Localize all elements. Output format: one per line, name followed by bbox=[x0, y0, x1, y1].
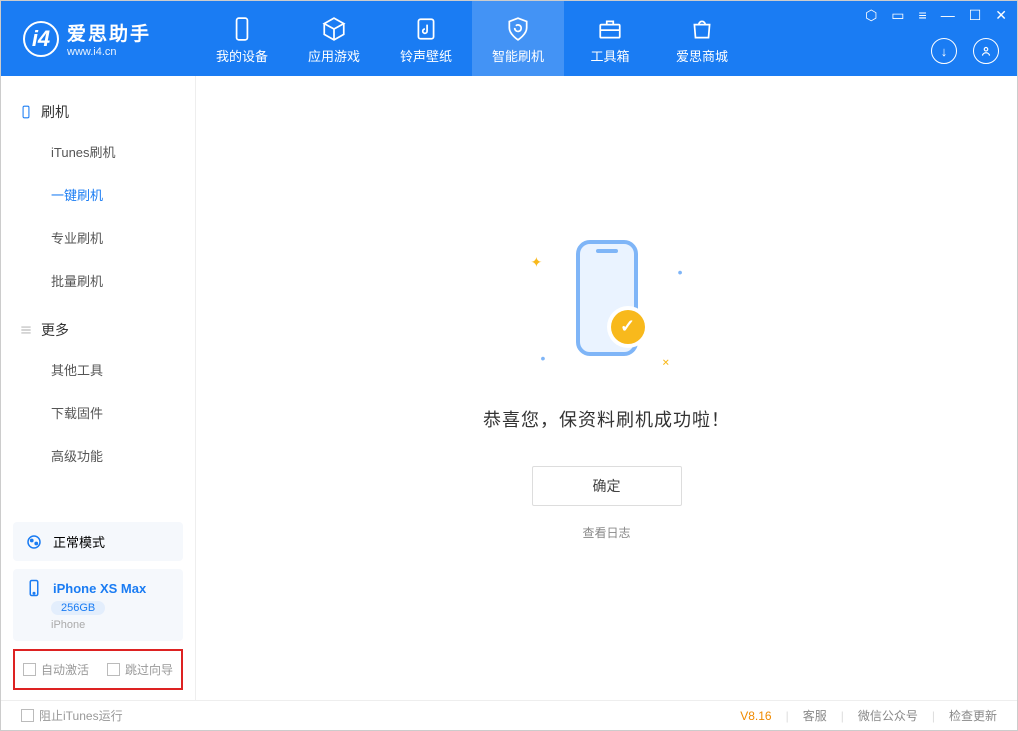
close-icon[interactable]: ✕ bbox=[995, 7, 1007, 24]
mode-icon bbox=[25, 533, 43, 551]
sidebar-item-other-tools[interactable]: 其他工具 bbox=[1, 348, 195, 391]
shield-refresh-icon bbox=[505, 16, 531, 42]
app-domain: www.i4.cn bbox=[67, 46, 151, 58]
nav-label: 爱思商城 bbox=[676, 46, 728, 65]
phone-icon bbox=[25, 579, 43, 597]
success-message: 恭喜您，保资料刷机成功啦！ bbox=[483, 406, 730, 432]
block-itunes-checkbox[interactable]: 阻止iTunes运行 bbox=[21, 707, 123, 724]
checkbox-label: 阻止iTunes运行 bbox=[39, 709, 123, 723]
checkbox-label: 跳过向导 bbox=[125, 663, 173, 677]
phone-outline-icon bbox=[19, 105, 33, 119]
device-capacity: 256GB bbox=[51, 601, 105, 615]
cube-icon bbox=[321, 16, 347, 42]
device-icon bbox=[229, 16, 255, 42]
minimize-icon[interactable]: — bbox=[941, 7, 955, 24]
highlight-options: 自动激活 跳过向导 bbox=[13, 649, 183, 690]
success-illustration: ✓ ✦••+ bbox=[517, 236, 697, 376]
footer-link-update[interactable]: 检查更新 bbox=[949, 707, 997, 724]
download-icon[interactable]: ↓ bbox=[931, 38, 957, 64]
sidebar-item-batch-flash[interactable]: 批量刷机 bbox=[1, 259, 195, 302]
version-label: V8.16 bbox=[740, 709, 771, 723]
nav-label: 智能刷机 bbox=[492, 46, 544, 65]
header-right-icons: ↓ bbox=[931, 38, 999, 64]
footer-link-wechat[interactable]: 微信公众号 bbox=[858, 707, 918, 724]
view-log-link[interactable]: 查看日志 bbox=[582, 524, 630, 541]
sidebar-item-advanced[interactable]: 高级功能 bbox=[1, 434, 195, 477]
menu-icon[interactable]: ≡ bbox=[919, 7, 927, 24]
titlebar: i4 爱思助手 www.i4.cn 我的设备 应用游戏 铃声壁纸 智能刷机 工具… bbox=[1, 1, 1017, 76]
shirt-icon[interactable]: ⬡ bbox=[865, 7, 877, 24]
music-file-icon bbox=[413, 16, 439, 42]
sidebar-item-itunes-flash[interactable]: iTunes刷机 bbox=[1, 130, 195, 173]
mode-card[interactable]: 正常模式 bbox=[13, 522, 183, 561]
nav-label: 铃声壁纸 bbox=[400, 46, 452, 65]
app-name: 爱思助手 bbox=[67, 19, 151, 46]
briefcase-icon bbox=[597, 16, 623, 42]
sidebar-item-oneclick-flash[interactable]: 一键刷机 bbox=[1, 173, 195, 216]
note-icon[interactable]: ▭ bbox=[891, 7, 904, 24]
sidebar-group-more: 更多 bbox=[1, 312, 195, 348]
status-bar: 阻止iTunes运行 V8.16 | 客服 | 微信公众号 | 检查更新 bbox=[1, 700, 1017, 730]
main-content: ✓ ✦••+ 恭喜您，保资料刷机成功啦！ 确定 查看日志 bbox=[196, 76, 1017, 700]
group-title: 刷机 bbox=[41, 102, 69, 122]
logo-icon: i4 bbox=[23, 21, 59, 57]
nav-label: 应用游戏 bbox=[308, 46, 360, 65]
app-logo: i4 爱思助手 www.i4.cn bbox=[1, 19, 196, 58]
nav-ringtones-wallpapers[interactable]: 铃声壁纸 bbox=[380, 1, 472, 76]
sidebar-item-pro-flash[interactable]: 专业刷机 bbox=[1, 216, 195, 259]
group-title: 更多 bbox=[41, 320, 69, 340]
nav-my-device[interactable]: 我的设备 bbox=[196, 1, 288, 76]
nav-label: 我的设备 bbox=[216, 46, 268, 65]
device-card[interactable]: iPhone XS Max 256GB iPhone bbox=[13, 569, 183, 641]
nav-toolbox[interactable]: 工具箱 bbox=[564, 1, 656, 76]
nav-label: 工具箱 bbox=[590, 46, 629, 65]
window-controls: ⬡ ▭ ≡ — ☐ ✕ bbox=[865, 7, 1007, 24]
auto-activate-checkbox[interactable]: 自动激活 bbox=[23, 661, 89, 678]
mode-label: 正常模式 bbox=[53, 532, 105, 551]
skip-guide-checkbox[interactable]: 跳过向导 bbox=[107, 661, 173, 678]
checkbox-label: 自动激活 bbox=[41, 663, 89, 677]
sidebar-item-download-firmware[interactable]: 下载固件 bbox=[1, 391, 195, 434]
device-type: iPhone bbox=[51, 619, 85, 631]
nav-store[interactable]: 爱思商城 bbox=[656, 1, 748, 76]
device-name: iPhone XS Max bbox=[53, 581, 146, 596]
nav-smart-flash[interactable]: 智能刷机 bbox=[472, 1, 564, 76]
top-nav: 我的设备 应用游戏 铃声壁纸 智能刷机 工具箱 爱思商城 bbox=[196, 1, 748, 76]
ok-button[interactable]: 确定 bbox=[532, 466, 682, 506]
nav-apps-games[interactable]: 应用游戏 bbox=[288, 1, 380, 76]
user-icon[interactable] bbox=[973, 38, 999, 64]
check-badge-icon: ✓ bbox=[611, 310, 645, 344]
sidebar: 刷机 iTunes刷机 一键刷机 专业刷机 批量刷机 更多 其他工具 下载固件 … bbox=[1, 76, 196, 700]
maximize-icon[interactable]: ☐ bbox=[969, 7, 982, 24]
list-icon bbox=[19, 323, 33, 337]
footer-link-support[interactable]: 客服 bbox=[803, 707, 827, 724]
bag-icon bbox=[689, 16, 715, 42]
sidebar-group-flash: 刷机 bbox=[1, 94, 195, 130]
